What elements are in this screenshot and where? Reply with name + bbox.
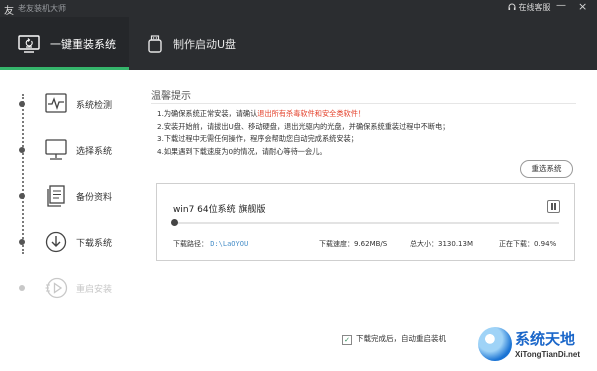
progress-knob <box>171 219 178 226</box>
auto-restart-label: 下载完成后，自动重启装机 <box>356 334 446 343</box>
top-nav: 一键重装系统 制作启动U盘 <box>0 17 597 70</box>
app-title: 老友装机大师 <box>18 4 66 13</box>
step-label: 备份资料 <box>76 193 113 203</box>
system-name: win7 64位系统 旗舰版 <box>173 205 266 215</box>
monitor-icon <box>45 139 67 160</box>
path-value[interactable]: D:\LaOYOU <box>210 240 248 248</box>
reinstall-icon <box>18 34 40 53</box>
online-service-label: 在线客服 <box>518 3 551 12</box>
globe-icon <box>478 327 512 361</box>
step-dot <box>19 285 25 291</box>
tab-make-usb[interactable]: 制作启动U盘 <box>143 17 273 70</box>
headset-icon <box>508 3 516 10</box>
title-divider <box>151 103 576 104</box>
step-label: 系统检测 <box>76 101 113 111</box>
tab-reinstall-label: 一键重装系统 <box>50 37 116 51</box>
auto-restart-option[interactable]: ✓ 下载完成后，自动重启装机 <box>342 333 446 345</box>
pulse-icon <box>45 93 67 113</box>
close-button[interactable]: × <box>578 0 587 13</box>
download-speed: 下载速度：9.62MB/S <box>319 240 388 248</box>
step-select-system: 选择系统 <box>0 135 137 165</box>
download-path: 下载路径： D:\LaOYOU <box>173 239 248 249</box>
tip-2: 2.安装开始前，请拔出U盘、移动硬盘，退出光驱内的光盘，并确保系统重装过程中不断… <box>157 121 450 131</box>
step-dot <box>19 193 25 199</box>
tips-list: 1.为确保系统正常安装，请确认退出所有杀毒软件和安全类软件！ 2.安装开始前，请… <box>157 108 449 158</box>
pause-button[interactable] <box>547 200 560 213</box>
app-logo: 友 <box>4 6 14 17</box>
title-bar: 友 老友装机大师 在线客服 — × <box>0 0 597 17</box>
watermark-title: 系统天地 <box>515 330 576 348</box>
play-icon <box>45 277 68 299</box>
tips-title: 温馨提示 <box>151 91 191 102</box>
step-label: 下载系统 <box>76 239 113 249</box>
watermark-logo: 系统天地 XiTongTianDi.net <box>478 321 597 371</box>
document-icon <box>47 185 65 207</box>
step-label: 选择系统 <box>76 147 113 157</box>
tip-4: 4.如果遇到下载速度为0的情况，请耐心等待一会儿。 <box>157 146 327 156</box>
reselect-system-button[interactable]: 重选系统 <box>520 160 573 178</box>
step-backup: 备份资料 <box>0 181 137 211</box>
tip-3: 3.下载过程中无需任何操作，程序会帮助您自动完成系统安装； <box>157 134 358 143</box>
tip-1-text: 1.为确保系统正常安装，请确认 <box>157 109 258 118</box>
step-dot <box>19 239 25 245</box>
download-status: 正在下载：0.94% <box>499 240 557 248</box>
tab-reinstall-system[interactable]: 一键重装系统 <box>0 17 129 70</box>
minimize-button[interactable]: — <box>556 0 566 11</box>
download-card: win7 64位系统 旗舰版 下载路径： D:\LaOYOU 下载速度：9.62… <box>156 183 575 261</box>
step-system-check: 系统检测 <box>0 89 137 119</box>
step-dot <box>19 101 25 107</box>
path-label: 下载路径： <box>173 240 208 248</box>
tip-1: 1.为确保系统正常安装，请确认退出所有杀毒软件和安全类软件！ <box>157 108 449 121</box>
watermark-url: XiTongTianDi.net <box>515 350 581 359</box>
download-icon <box>45 231 67 253</box>
progress-track <box>173 222 559 224</box>
step-dot <box>19 147 25 153</box>
total-size: 总大小：3130.13M <box>410 240 473 248</box>
online-service-button[interactable]: 在线客服 <box>508 2 551 13</box>
auto-restart-checkbox[interactable]: ✓ <box>342 335 352 345</box>
step-restart-install: 重启安装 <box>0 273 137 303</box>
tip-1-warning: 退出所有杀毒软件和安全类软件！ <box>257 109 366 118</box>
tab-make-usb-label: 制作启动U盘 <box>173 37 237 51</box>
step-label: 重启安装 <box>76 285 113 295</box>
step-download: 下载系统 <box>0 227 137 257</box>
usb-drive-icon <box>148 34 162 53</box>
